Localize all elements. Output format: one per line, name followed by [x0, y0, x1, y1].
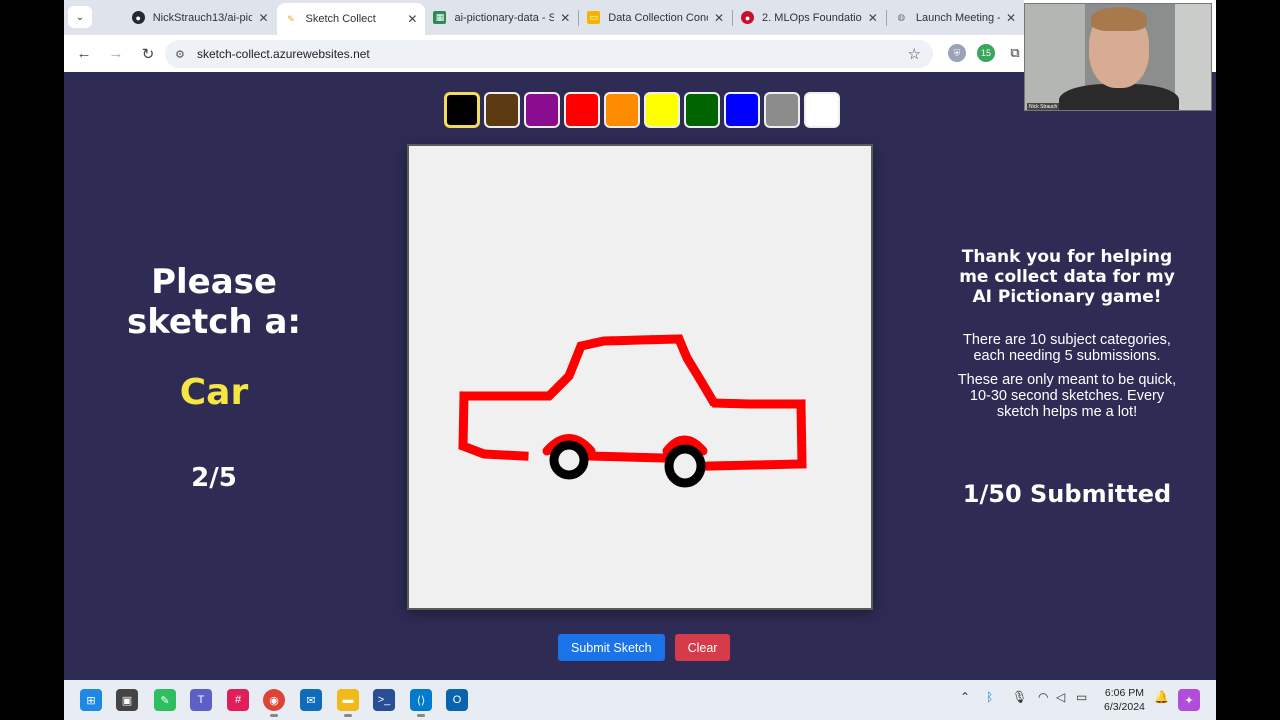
outlook-icon[interactable]: O	[446, 689, 468, 711]
powershell-icon[interactable]: >_	[373, 689, 395, 711]
address-bar[interactable]: ⚙ sketch-collect.azurewebsites.net ☆	[165, 40, 933, 68]
browser-toolbar: ← → ↻ ⚙ sketch-collect.azurewebsites.net…	[64, 35, 1024, 72]
pencil-icon: ✎	[287, 13, 295, 24]
evernote-icon[interactable]: ✎	[154, 689, 176, 711]
info-panel: Thank you for helping me collect data fo…	[944, 247, 1190, 508]
presenter-name: Nick Strauch	[1027, 103, 1060, 110]
tab-github[interactable]: ● NickStrauch13/ai-pict ✕	[92, 0, 277, 35]
swatch-red[interactable]	[564, 92, 600, 128]
tab-data-collection[interactable]: ▭ Data Collection Conc ✕	[579, 0, 732, 35]
windows-taskbar: ⊞ ▣ ✎ T # ◉ ✉ ▬ >_ ⟨⟩ O ⌃ ᛒ 🎙 ◠ ◁ ▭ 6:06…	[64, 680, 1216, 720]
tab-sketch-collect[interactable]: ✎ Sketch Collect ✕	[276, 3, 426, 35]
coursera-icon: ●	[741, 11, 755, 24]
swatch-white[interactable]	[804, 92, 840, 128]
swatch-yellow[interactable]	[644, 92, 680, 128]
volume-icon[interactable]: ◁	[1056, 690, 1065, 704]
quick-sketch-info: These are only meant to be quick, 10-30 …	[957, 372, 1177, 420]
mail-icon[interactable]: ✉	[300, 689, 322, 711]
close-tab-icon[interactable]: ✕	[258, 11, 268, 25]
tab-mlops[interactable]: ● 2. MLOps Foundation ✕	[733, 0, 886, 35]
swatch-purple[interactable]	[524, 92, 560, 128]
battery-icon[interactable]: ▭	[1076, 690, 1087, 704]
task-view-icon[interactable]: ▣	[116, 689, 138, 711]
bluetooth-icon[interactable]: ᛒ	[986, 690, 993, 704]
thanks-heading: Thank you for helping me collect data fo…	[959, 247, 1175, 307]
subject-word: Car	[179, 372, 249, 413]
color-palette	[444, 92, 840, 128]
sheets-icon: ▦	[433, 11, 447, 24]
submit-sketch-button[interactable]: Submit Sketch	[558, 634, 665, 661]
close-tab-icon[interactable]: ✕	[407, 12, 417, 26]
swatch-blue[interactable]	[724, 92, 760, 128]
extension-badge-icon[interactable]: 15	[977, 44, 995, 62]
prompt-heading: Please sketch a:	[127, 262, 301, 342]
chevron-up-icon[interactable]: ⌃	[960, 690, 970, 704]
sketch-collect-page: Please sketch a: Car 2/5 Thank you for h…	[64, 72, 1216, 680]
chrome-icon[interactable]: ◉	[263, 689, 285, 711]
shield-extension-icon[interactable]: ⛨	[948, 44, 966, 62]
tab-search-dropdown[interactable]: ⌄	[68, 6, 92, 28]
swatch-black[interactable]	[444, 92, 480, 128]
bookmark-star-icon[interactable]: ☆	[908, 45, 921, 63]
close-tab-icon[interactable]: ✕	[1006, 11, 1016, 25]
swatch-orange[interactable]	[604, 92, 640, 128]
webcam-overlay: Nick Strauch	[1024, 3, 1212, 111]
slack-icon[interactable]: #	[227, 689, 249, 711]
microphone-icon[interactable]: 🎙	[1012, 690, 1027, 704]
tab-bar: ● NickStrauch13/ai-pict ✕ ✎ Sketch Colle…	[64, 0, 1024, 35]
clear-button[interactable]: Clear	[674, 634, 731, 661]
forward-arrow-icon[interactable]: →	[102, 40, 130, 68]
reload-icon[interactable]: ↻	[134, 40, 162, 68]
close-tab-icon[interactable]: ✕	[868, 11, 878, 25]
copilot-icon[interactable]: ✦	[1178, 689, 1200, 711]
left-letterbox	[0, 0, 64, 720]
swatch-green[interactable]	[684, 92, 720, 128]
windows-start-icon[interactable]: ⊞	[80, 689, 102, 711]
file-explorer-icon[interactable]: ▬	[337, 689, 359, 711]
globe-icon: ◍	[897, 12, 906, 22]
swatch-brown[interactable]	[484, 92, 520, 128]
system-clock[interactable]: 6:06 PM 6/3/2024	[1104, 686, 1145, 714]
prompt-panel: Please sketch a: Car 2/5	[124, 262, 304, 493]
right-letterbox	[1216, 0, 1280, 720]
categories-info: There are 10 subject categories, each ne…	[963, 332, 1171, 364]
puzzle-extensions-icon[interactable]: ⧉	[1006, 44, 1024, 62]
site-info-icon[interactable]: ⚙	[175, 48, 191, 61]
subject-progress: 2/5	[191, 463, 237, 493]
swatch-gray[interactable]	[764, 92, 800, 128]
wifi-icon[interactable]: ◠	[1038, 690, 1048, 704]
submitted-count: 1/50 Submitted	[962, 480, 1172, 508]
tab-ai-pictionary-data[interactable]: ▦ ai-pictionary-data - S ✕	[425, 0, 578, 35]
notification-bell-icon[interactable]: 🔔	[1154, 690, 1169, 704]
teams-icon[interactable]: T	[190, 689, 212, 711]
back-arrow-icon[interactable]: ←	[70, 40, 98, 68]
github-icon: ●	[131, 11, 145, 24]
drawing-canvas[interactable]	[407, 144, 873, 610]
car-sketch	[458, 334, 807, 488]
close-tab-icon[interactable]: ✕	[714, 11, 724, 25]
vscode-icon[interactable]: ⟨⟩	[410, 689, 432, 711]
slides-icon: ▭	[587, 11, 601, 24]
action-buttons: Submit Sketch Clear	[558, 634, 731, 661]
tab-launch-meeting[interactable]: ◍ Launch Meeting - Zoo ✕	[887, 0, 1024, 35]
close-tab-icon[interactable]: ✕	[560, 11, 570, 25]
